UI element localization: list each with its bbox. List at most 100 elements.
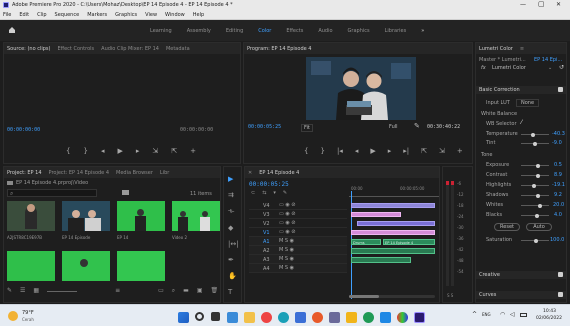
menu-file[interactable]: File	[3, 12, 11, 18]
lumetri-target-clip[interactable]: EP 14 Epi...	[534, 57, 562, 63]
workspace-graphics[interactable]: Graphics	[348, 28, 370, 34]
menu-graphics[interactable]: Graphics	[115, 12, 137, 18]
find-icon[interactable]: ⌕	[172, 287, 175, 295]
zoom-slider[interactable]	[47, 291, 78, 292]
tab-timeline-sequence[interactable]: EP 14 Episode 4	[259, 170, 299, 176]
track-a2[interactable]: A2 M S ◉	[249, 246, 347, 255]
project-item-1[interactable]: A2JSTR8C19E97B	[7, 201, 55, 241]
add-button-icon[interactable]: +	[457, 147, 463, 155]
highlights-value[interactable]: -19.1	[552, 182, 565, 188]
sort-icon[interactable]: ≡	[115, 287, 120, 295]
play-icon[interactable]: ▶	[370, 147, 375, 155]
workspace-editing[interactable]: Editing	[226, 28, 243, 34]
minimize-button[interactable]: —	[520, 1, 526, 8]
battery-icon[interactable]	[520, 313, 527, 317]
edge-icon[interactable]	[278, 312, 289, 323]
go-to-out-icon[interactable]: ▸|	[403, 147, 409, 155]
close-button[interactable]: ✕	[556, 1, 561, 8]
source-timecode-left[interactable]: 00:00:00:00	[7, 127, 40, 133]
tab-libraries[interactable]: Libr	[160, 170, 169, 176]
wrench-icon[interactable]: ✎	[414, 122, 420, 130]
step-back-icon[interactable]: ◂	[355, 147, 359, 155]
track-a3[interactable]: A3 M S ◉	[249, 255, 347, 264]
highlights-slider[interactable]	[521, 183, 549, 188]
timeline-ruler[interactable]	[349, 192, 439, 197]
linked-selection-icon[interactable]: ⇆	[262, 190, 266, 196]
video-clip[interactable]	[357, 221, 435, 226]
section-curves[interactable]: Curves	[476, 291, 566, 299]
track-select-tool-icon[interactable]: ⇉	[228, 191, 239, 199]
track-v3[interactable]: V3 ▭ ◉ ⊘	[249, 210, 347, 219]
icon-view-icon[interactable]: ▦	[33, 287, 39, 295]
section-basic-correction[interactable]: Basic Correction	[476, 86, 566, 94]
workspace-libraries[interactable]: Libraries	[385, 28, 407, 34]
app-icon-ps[interactable]	[346, 312, 357, 323]
audio-clip[interactable]	[351, 257, 411, 263]
app-icon-orange[interactable]	[312, 312, 323, 323]
new-bin-footer-icon[interactable]: ▬	[183, 287, 189, 295]
extract-icon[interactable]: ⇲	[439, 147, 445, 155]
mark-in-icon[interactable]: {	[66, 147, 70, 155]
tab-project-ep14-episode4[interactable]: Project: EP 14 Episode 4	[49, 170, 110, 176]
input-lut-select[interactable]: None	[516, 99, 540, 107]
file-explorer-icon[interactable]	[244, 312, 255, 323]
add-button-icon[interactable]: +	[190, 147, 196, 155]
track-a4[interactable]: A4 M S ◉	[249, 264, 347, 273]
tab-source[interactable]: Source: (no clips)	[7, 46, 50, 52]
effect-select[interactable]: Lumetri Color	[492, 65, 526, 71]
show-hidden-icons[interactable]: ^	[472, 311, 477, 318]
chevron-down-icon[interactable]: ⌄	[548, 65, 552, 71]
contrast-slider[interactable]	[521, 173, 549, 178]
program-timecode-left[interactable]: 00:00:05:25	[248, 124, 281, 130]
auto-button[interactable]: Auto	[526, 223, 552, 231]
temperature-value[interactable]: -40.3	[552, 131, 565, 137]
menu-view[interactable]: View	[145, 12, 157, 18]
weather-icon[interactable]	[8, 311, 18, 321]
audio-clip[interactable]: EP 14 Episode 4	[383, 239, 435, 245]
track-v2[interactable]: V2 ▭ ◉ ⊘	[249, 219, 347, 228]
maximize-button[interactable]: ▢	[538, 0, 545, 8]
curves-checkbox[interactable]	[558, 292, 563, 297]
video-clip[interactable]	[351, 230, 435, 235]
type-tool-icon[interactable]: T	[228, 288, 239, 296]
insert-icon[interactable]: ⇲	[152, 147, 158, 155]
menu-window[interactable]: Window	[165, 12, 185, 18]
project-item-2[interactable]: EP 14 Episode	[62, 201, 110, 241]
overwrite-icon[interactable]: ⇱	[171, 147, 177, 155]
shadows-value[interactable]: 9.2	[554, 192, 562, 198]
app-icon-blue[interactable]	[380, 312, 391, 323]
pen-tool-icon[interactable]: ✒	[228, 256, 239, 264]
workspace-color[interactable]: Color	[258, 28, 271, 34]
step-forward-icon[interactable]: ▸	[136, 147, 140, 155]
project-item-5[interactable]	[7, 251, 55, 281]
premiere-pro-icon[interactable]	[414, 312, 425, 323]
exposure-slider[interactable]	[521, 163, 549, 168]
project-item-6[interactable]	[62, 251, 110, 281]
list-view-icon[interactable]: ☰	[20, 287, 25, 295]
panel-menu-icon[interactable]: ≡	[520, 46, 524, 52]
hand-tool-icon[interactable]: ✋	[228, 272, 239, 280]
workspace-effects[interactable]: Effects	[286, 28, 303, 34]
menu-help[interactable]: Help	[193, 12, 204, 18]
tint-value[interactable]: -9.0	[552, 140, 562, 146]
project-item-7[interactable]	[117, 251, 165, 281]
menu-clip[interactable]: Clip	[37, 12, 46, 18]
wrench-icon[interactable]: ✎	[283, 190, 287, 196]
razor-tool-icon[interactable]: ◆	[228, 224, 239, 232]
tab-metadata[interactable]: Metadata	[166, 46, 190, 52]
timeline-horizontal-scrollbar[interactable]	[349, 295, 435, 298]
task-view-icon[interactable]	[211, 312, 220, 321]
audio-clip[interactable]	[351, 248, 435, 254]
program-fit-select[interactable]: Fit	[301, 124, 313, 132]
audio-clip[interactable]: Drums	[351, 239, 381, 245]
whites-value[interactable]: 20.0	[553, 202, 564, 208]
home-icon[interactable]	[8, 26, 16, 34]
trash-icon[interactable]: 🗑	[211, 287, 219, 295]
store-icon[interactable]	[295, 312, 306, 323]
project-item-4[interactable]: Video 2	[172, 201, 220, 241]
ripple-edit-tool-icon[interactable]: ⟛	[228, 207, 239, 216]
menu-sequence[interactable]: Sequence	[55, 12, 80, 18]
section-creative[interactable]: Creative	[476, 271, 566, 279]
search-icon[interactable]	[195, 312, 204, 321]
play-icon[interactable]: ▶	[117, 147, 122, 155]
